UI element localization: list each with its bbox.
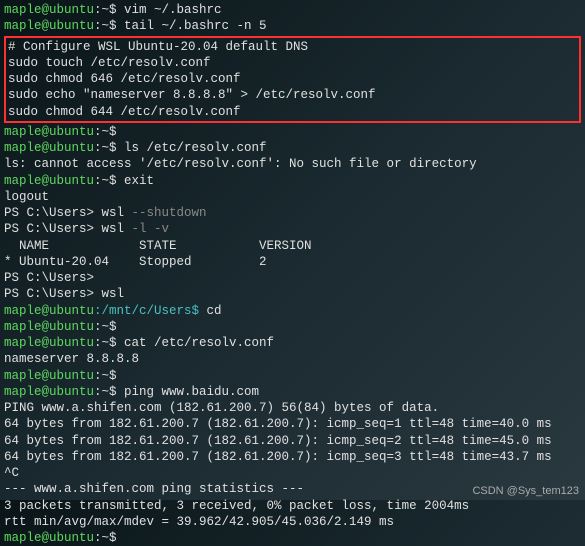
ls-error: ls: cannot access '/etc/resolv.conf': No… bbox=[4, 156, 581, 172]
prompt-user: maple@ubuntu bbox=[4, 141, 94, 155]
watermark: CSDN @Sys_tem123 bbox=[472, 484, 579, 498]
ping-reply: 64 bytes from 182.61.200.7 (182.61.200.7… bbox=[4, 416, 581, 432]
prompt-line: maple@ubuntu:~$ bbox=[4, 319, 581, 335]
cmd-wsl: wsl bbox=[102, 287, 125, 301]
cmd-cat: cat /etc/resolv.conf bbox=[124, 336, 274, 350]
bashrc-line: sudo chmod 646 /etc/resolv.conf bbox=[8, 71, 577, 87]
cmd-ls: ls /etc/resolv.conf bbox=[124, 141, 267, 155]
prompt-path: :~$ bbox=[94, 369, 124, 383]
cmd-arg: -l -v bbox=[132, 222, 170, 236]
ping-reply: 64 bytes from 182.61.200.7 (182.61.200.7… bbox=[4, 449, 581, 465]
ping-stats: rtt min/avg/max/mdev = 39.962/42.905/45.… bbox=[4, 514, 581, 530]
cmd-ping: ping www.baidu.com bbox=[124, 385, 259, 399]
prompt-user: maple@ubuntu bbox=[4, 304, 94, 318]
prompt-line: maple@ubuntu:~$ bbox=[4, 124, 581, 140]
ping-header: PING www.a.shifen.com (182.61.200.7) 56(… bbox=[4, 400, 581, 416]
ping-reply: 64 bytes from 182.61.200.7 (182.61.200.7… bbox=[4, 433, 581, 449]
cmd-exit: exit bbox=[124, 174, 154, 188]
wsl-header: NAME STATE VERSION bbox=[4, 238, 581, 254]
prompt-path: :~$ bbox=[94, 336, 124, 350]
prompt-user: maple@ubuntu bbox=[4, 531, 94, 545]
wsl-row: * Ubuntu-20.04 Stopped 2 bbox=[4, 254, 581, 270]
prompt-user: maple@ubuntu bbox=[4, 320, 94, 334]
prompt-user: maple@ubuntu bbox=[4, 174, 94, 188]
cat-output: nameserver 8.8.8.8 bbox=[4, 351, 581, 367]
bashrc-line: sudo echo "nameserver 8.8.8.8" > /etc/re… bbox=[8, 87, 577, 103]
prompt-line: maple@ubuntu:~$ ping www.baidu.com bbox=[4, 384, 581, 400]
bashrc-line: sudo chmod 644 /etc/resolv.conf bbox=[8, 104, 577, 120]
prompt-path: :~$ bbox=[94, 174, 124, 188]
prompt-line: maple@ubuntu:/mnt/c/Users$ cd bbox=[4, 303, 581, 319]
cmd-cd: cd bbox=[207, 304, 222, 318]
prompt-path: :~$ bbox=[94, 3, 124, 17]
ps-prompt-line: PS C:\Users> wsl -l -v bbox=[4, 221, 581, 237]
prompt-path: :~$ bbox=[94, 320, 124, 334]
cmd-vim: vim ~/.bashrc bbox=[124, 3, 222, 17]
prompt-user: maple@ubuntu bbox=[4, 3, 94, 17]
bashrc-line: sudo touch /etc/resolv.conf bbox=[8, 55, 577, 71]
ps-prompt-line: PS C:\Users> wsl bbox=[4, 286, 581, 302]
bashrc-line: # Configure WSL Ubuntu-20.04 default DNS bbox=[8, 39, 577, 55]
cmd-wsl: wsl bbox=[102, 206, 132, 220]
prompt-line: maple@ubuntu:~$ bbox=[4, 368, 581, 384]
prompt-line: maple@ubuntu:~$ vim ~/.bashrc bbox=[4, 2, 581, 18]
prompt-path: :~$ bbox=[94, 125, 124, 139]
prompt-user: maple@ubuntu bbox=[4, 19, 94, 33]
prompt-user: maple@ubuntu bbox=[4, 385, 94, 399]
ctrl-c: ^C bbox=[4, 465, 581, 481]
prompt-line[interactable]: maple@ubuntu:~$ bbox=[4, 530, 581, 546]
ps-prompt-line: PS C:\Users> bbox=[4, 270, 581, 286]
prompt-path: :~$ bbox=[94, 19, 124, 33]
logout-text: logout bbox=[4, 189, 581, 205]
ps-prompt: PS C:\Users> bbox=[4, 287, 102, 301]
ps-prompt: PS C:\Users> bbox=[4, 222, 102, 236]
prompt-line: maple@ubuntu:~$ cat /etc/resolv.conf bbox=[4, 335, 581, 351]
prompt-path: :~$ bbox=[94, 141, 124, 155]
prompt-path: :~$ bbox=[94, 385, 124, 399]
prompt-path: :/mnt/c/Users$ bbox=[94, 304, 207, 318]
highlighted-box: # Configure WSL Ubuntu-20.04 default DNS… bbox=[4, 36, 581, 123]
prompt-line: maple@ubuntu:~$ exit bbox=[4, 173, 581, 189]
prompt-user: maple@ubuntu bbox=[4, 369, 94, 383]
cmd-wsl: wsl bbox=[102, 222, 132, 236]
prompt-path: :~$ bbox=[94, 531, 124, 545]
ps-prompt: PS C:\Users> bbox=[4, 206, 102, 220]
prompt-user: maple@ubuntu bbox=[4, 125, 94, 139]
ps-prompt-line: PS C:\Users> wsl --shutdown bbox=[4, 205, 581, 221]
ps-prompt: PS C:\Users> bbox=[4, 271, 102, 285]
cmd-tail: tail ~/.bashrc -n 5 bbox=[124, 19, 267, 33]
cmd-arg: --shutdown bbox=[132, 206, 207, 220]
prompt-line: maple@ubuntu:~$ ls /etc/resolv.conf bbox=[4, 140, 581, 156]
prompt-user: maple@ubuntu bbox=[4, 336, 94, 350]
prompt-line: maple@ubuntu:~$ tail ~/.bashrc -n 5 bbox=[4, 18, 581, 34]
